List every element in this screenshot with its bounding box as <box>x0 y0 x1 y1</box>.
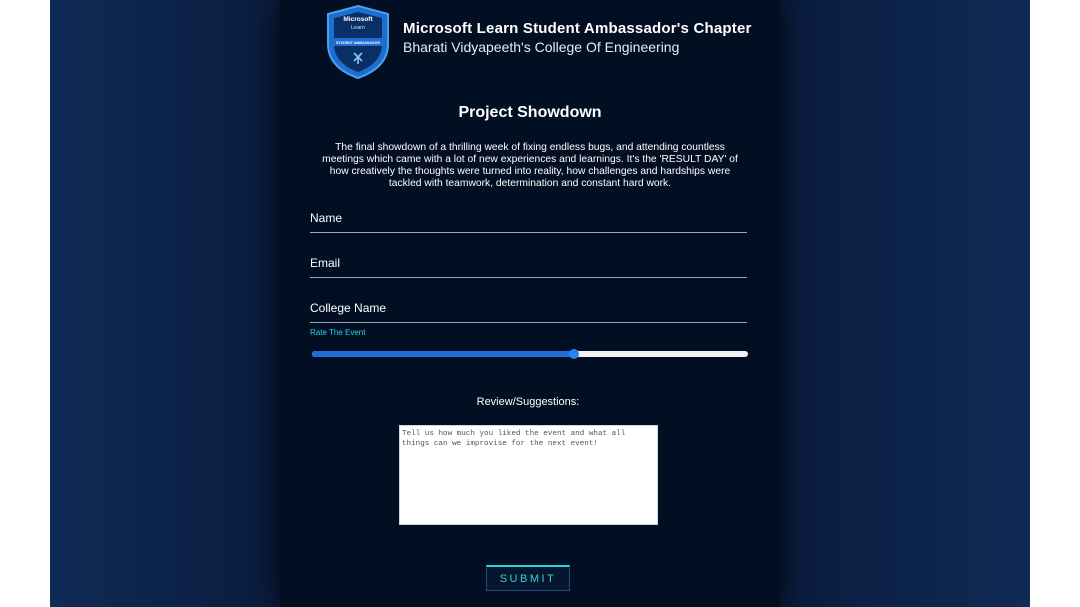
chapter-title: Microsoft Learn Student Ambassador's Cha… <box>403 20 752 37</box>
screen: Microsoft Learn STUDENT AMBASSADOR Micro… <box>50 0 1030 607</box>
header: Microsoft Learn STUDENT AMBASSADOR Micro… <box>325 4 765 82</box>
rating-slider-fill <box>312 351 574 357</box>
svg-text:Learn: Learn <box>351 25 365 31</box>
background-left <box>50 0 280 607</box>
submit-button[interactable]: SUBMIT <box>486 565 570 591</box>
rating-slider-thumb[interactable] <box>568 349 579 359</box>
college-name-input[interactable] <box>310 296 747 320</box>
rating-slider[interactable] <box>312 349 748 359</box>
form-panel: Microsoft Learn STUDENT AMBASSADOR Micro… <box>280 0 780 607</box>
form-description: The final showdown of a thrilling week o… <box>322 142 738 189</box>
svg-text:STUDENT AMBASSADOR: STUDENT AMBASSADOR <box>336 41 380 45</box>
name-field <box>310 206 747 233</box>
header-text: Microsoft Learn Student Ambassador's Cha… <box>403 20 752 55</box>
ambassador-badge-icon: Microsoft Learn STUDENT AMBASSADOR <box>327 4 389 80</box>
name-input[interactable] <box>310 206 747 230</box>
college-field <box>310 296 747 323</box>
rating-label: Rate The Event <box>310 328 366 337</box>
review-textarea[interactable] <box>399 425 658 525</box>
review-label: Review/Suggestions: <box>476 396 580 408</box>
form-title: Project Showdown <box>458 104 602 121</box>
svg-text:Microsoft: Microsoft <box>343 16 373 23</box>
college-subtitle: Bharati Vidyapeeth's College Of Engineer… <box>403 39 680 55</box>
background-right <box>780 0 1030 607</box>
email-input[interactable] <box>310 251 747 275</box>
email-field <box>310 251 747 278</box>
